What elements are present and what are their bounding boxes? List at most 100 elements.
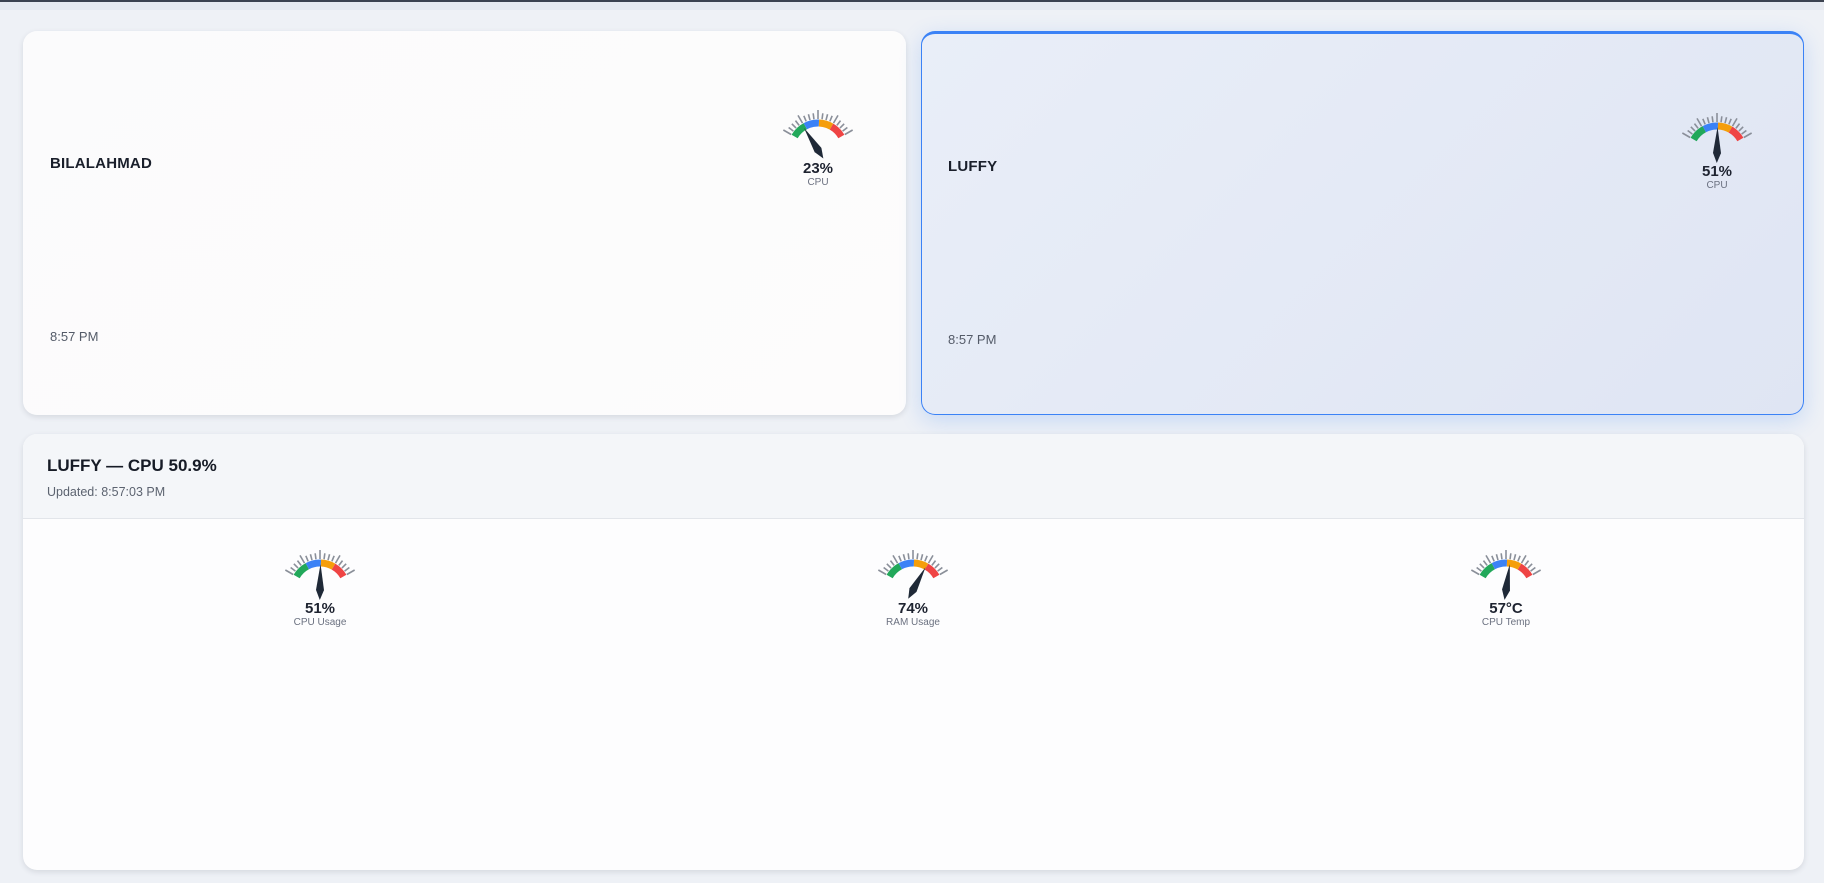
gauge-needle: [1502, 564, 1510, 600]
cpu-gauge: 51% CPU: [1667, 109, 1767, 192]
gauge-needle: [804, 128, 824, 159]
device-time: 8:57 PM: [948, 332, 997, 347]
gauge-tick: [1741, 129, 1747, 135]
gauge-tick: [299, 554, 306, 564]
device-card-bilalahmad[interactable]: BILALAHMAD 23% CPU 8:57 PM: [23, 31, 906, 415]
gauge-tick: [1476, 566, 1482, 572]
gauge-tick: [1702, 118, 1706, 125]
gauge-tick: [931, 560, 937, 566]
gauge-tick: [839, 123, 845, 129]
gauge-tick: [314, 553, 317, 560]
gauge-dial: [782, 110, 854, 159]
gauge-tick: [934, 563, 940, 569]
gauge-tick: [782, 129, 792, 136]
gauge-tick: [788, 126, 794, 132]
device-card-luffy[interactable]: LUFFY 51% CPU 8:57 PM: [921, 31, 1804, 415]
gauge-segment: [320, 559, 336, 570]
detail-gauges: 51% CPU Usage 74% RAM Usage 57°C CPU Tem…: [23, 518, 1804, 638]
gauge-tick: [1513, 554, 1517, 561]
gauge-tick: [293, 563, 299, 569]
gauge-tick: [892, 554, 899, 564]
detail-title: LUFFY — CPU 50.9%: [47, 456, 217, 475]
gauge-tick: [937, 566, 943, 572]
device-name: LUFFY: [948, 158, 998, 175]
gauge-tick: [825, 114, 829, 121]
cpu-usage-gauge: 51% CPU Usage: [270, 546, 370, 629]
gauge-tick: [832, 114, 839, 124]
gauge-value: 23%: [802, 160, 834, 177]
gauge-segment: [924, 563, 940, 579]
gauge-segment: [331, 563, 347, 579]
gauge-segment: [1728, 126, 1744, 142]
gauge-segment: [1702, 122, 1719, 133]
gauge-tick: [338, 560, 344, 566]
gauge-tick: [902, 554, 906, 561]
gauge-tick: [344, 566, 350, 572]
gauge-segment: [305, 559, 322, 570]
gauge-tick: [1530, 566, 1536, 572]
gauge-dial: [1681, 113, 1753, 163]
gauge-tick: [1724, 117, 1728, 124]
gauge-tick: [1731, 117, 1738, 127]
gauge-tick: [1527, 563, 1533, 569]
gauge-tick: [883, 566, 889, 572]
gauge-tick: [305, 555, 309, 562]
gauge-tick: [1500, 553, 1503, 560]
gauge-tick: [1491, 555, 1495, 562]
cpu-gauge: 23% CPU: [768, 106, 868, 189]
gauge-tick: [842, 126, 848, 132]
gauge-segment: [803, 119, 820, 130]
gauge-tick: [807, 114, 811, 121]
gauge-tick: [920, 554, 924, 561]
gauge-dial: [877, 550, 949, 599]
gauge-tick: [844, 129, 854, 136]
gauge-tick: [797, 114, 804, 124]
gauge-label: CPU: [807, 177, 829, 188]
gauge-segment: [1517, 563, 1533, 579]
gauge-tick: [346, 569, 356, 576]
gauge-tick: [1470, 569, 1480, 576]
gauge-tick: [341, 563, 347, 569]
detail-updated-time: Updated: 8:57:03 PM: [47, 485, 166, 499]
gauge-tick: [791, 123, 797, 129]
gauge-value: 51%: [1701, 163, 1733, 180]
gauge-segment: [818, 119, 834, 130]
gauge-label: CPU Temp: [1481, 617, 1531, 628]
gauge-tick: [1681, 132, 1691, 139]
gauge-dial: [1470, 550, 1542, 600]
cpu-temp-gauge: 57°C CPU Temp: [1456, 546, 1556, 629]
detail-header: LUFFY — CPU 50.9% Updated: 8:57:03 PM: [23, 434, 1804, 519]
gauge-value: 51%: [304, 600, 336, 617]
gauge-tick: [1720, 116, 1723, 123]
gauge-tick: [1482, 560, 1488, 566]
gauge-label: CPU Usage: [293, 617, 347, 628]
gauge-tick: [886, 563, 892, 569]
gauge-tick: [803, 115, 807, 122]
gauge-segment: [1506, 559, 1522, 570]
gauge-tick: [1711, 116, 1714, 123]
gauge-tick: [821, 113, 824, 120]
gauge-tick: [927, 554, 934, 564]
top-band: [0, 2, 1824, 10]
gauge-needle: [1713, 127, 1721, 163]
gauge-tick: [916, 553, 919, 560]
gauge-tick: [327, 554, 331, 561]
gauge-value: 57°C: [1489, 600, 1523, 617]
gauge-tick: [1509, 553, 1512, 560]
gauge-needle: [316, 564, 324, 600]
gauge-segment: [913, 559, 929, 570]
gauge-tick: [812, 113, 815, 120]
gauge-tick: [1479, 563, 1485, 569]
gauge-tick: [290, 566, 296, 572]
gauge-segment: [898, 559, 915, 570]
gauge-tick: [1693, 123, 1699, 129]
gauge-tick: [939, 569, 949, 576]
gauge-dial: [284, 550, 356, 600]
gauge-label: CPU: [1706, 180, 1728, 191]
gauge-tick: [1696, 117, 1703, 127]
gauge-tick: [898, 555, 902, 562]
gauge-tick: [323, 553, 326, 560]
gauge-tick: [1690, 126, 1696, 132]
gauge-tick: [1524, 560, 1530, 566]
gauge-segment: [1491, 559, 1508, 570]
